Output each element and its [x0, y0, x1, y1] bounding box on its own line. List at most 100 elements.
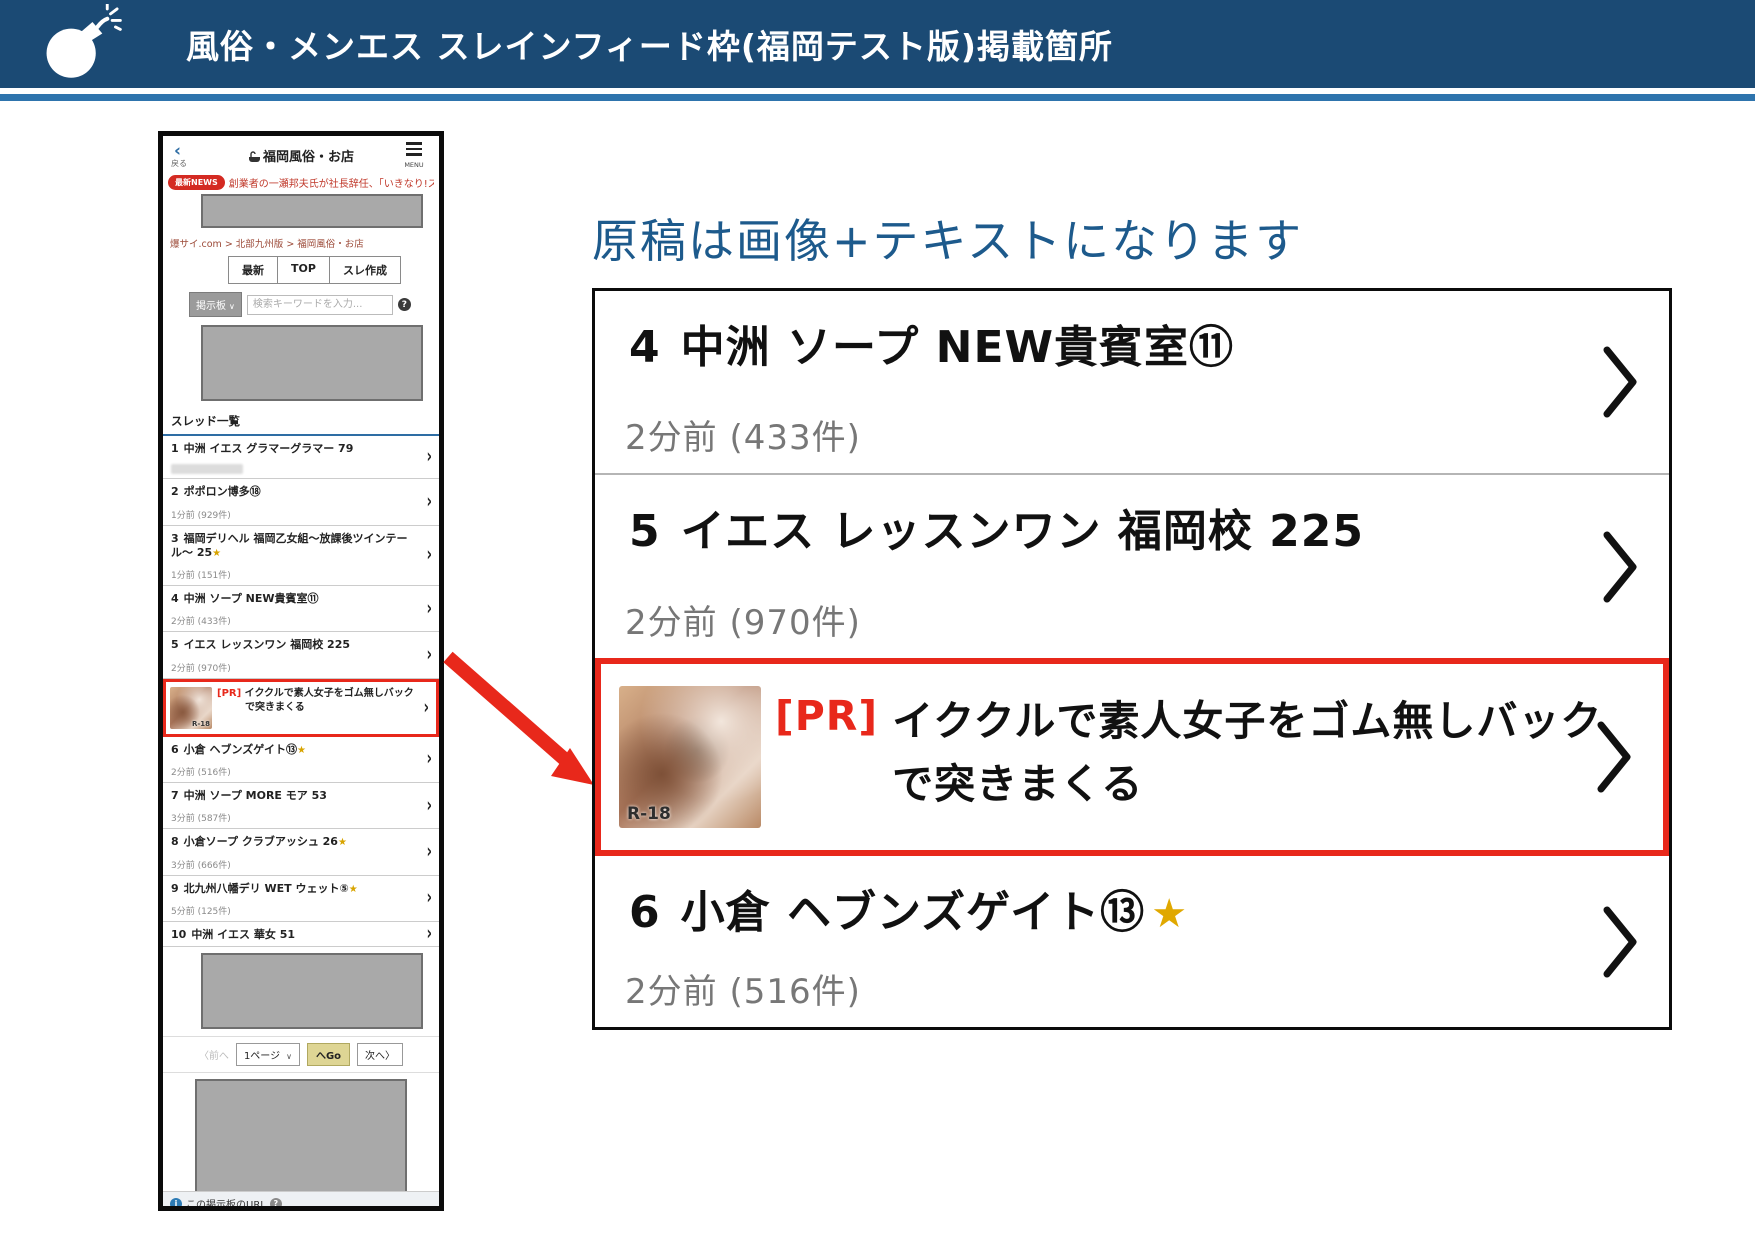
next-page-button[interactable]: 次へ〉	[357, 1043, 403, 1066]
slide-title: 風俗・メンエス スレインフィード枠(福岡テスト版)掲載箇所	[186, 0, 1113, 88]
chevron-right-icon: ›	[427, 887, 432, 910]
prev-page-button[interactable]: 〈前へ	[199, 1047, 229, 1062]
feed-meta: 2分前 (433件)	[625, 410, 861, 459]
thread-title: 4中洲 ソープ NEW貴賓室⑪	[171, 592, 417, 606]
board-tabs: 最新 TOP スレ作成	[191, 254, 439, 290]
feed-title: 5イエス レッスンワン 福岡校 225	[629, 495, 1574, 559]
slide-header-bar: 風俗・メンエス スレインフィード枠(福岡テスト版)掲載箇所	[0, 0, 1755, 88]
chevron-right-icon	[1601, 904, 1641, 980]
thread-meta: 2分前 (970件)	[171, 661, 417, 674]
board-category-dropdown[interactable]: 掲示板∨	[189, 292, 242, 317]
chevron-down-icon: ∨	[286, 1052, 292, 1061]
thread-row[interactable]: 10中洲 イエス 華女 51 ›	[163, 922, 439, 947]
phone-page-title: 福岡風俗・お店	[205, 146, 397, 165]
breadcrumb[interactable]: 爆サイ.com > 北部九州版 > 福岡風俗・お店	[163, 233, 439, 254]
hamburger-icon	[406, 142, 422, 159]
r18-tag: R-18	[627, 804, 671, 824]
pr-label: [PR]	[775, 692, 878, 740]
thread-meta: 3分前 (587件)	[171, 811, 417, 824]
star-icon: ★	[349, 884, 358, 895]
info-icon: i	[170, 1198, 182, 1210]
search-input[interactable]	[247, 295, 393, 315]
chevron-right-icon: ›	[427, 923, 432, 946]
phone-screenshot: ‹ 戻る 福岡風俗・お店 MENU 最新NEWS 創業者の一瀬邦夫氏が社長辞任、…	[158, 131, 444, 1211]
phone-nav-bar: ‹ 戻る 福岡風俗・お店 MENU	[163, 136, 439, 172]
ad-placeholder	[201, 953, 423, 1029]
chevron-right-icon: ›	[427, 491, 432, 514]
tab-latest[interactable]: 最新	[228, 256, 278, 284]
thread-list: 1中洲 イエス グラマーグラマー 79 › 2ポポロン博多⑱ › 1分前 (92…	[163, 436, 439, 947]
news-ticker[interactable]: 最新NEWS 創業者の一瀬邦夫氏が社長辞任、「いきなり!ステー…	[163, 172, 439, 192]
accent-bar	[0, 94, 1755, 101]
menu-button[interactable]: MENU	[397, 142, 431, 168]
thread-number: 6	[171, 743, 179, 756]
thread-title: 5イエス レッスンワン 福岡校 225	[171, 638, 417, 652]
ad-placeholder	[201, 194, 423, 228]
feed-panel: 4中洲 ソープ NEW貴賓室⑪ 2分前 (433件) 5イエス レッスンワン 福…	[592, 288, 1672, 1030]
thread-number: 9	[171, 882, 179, 895]
tab-thread-create[interactable]: スレ作成	[329, 256, 401, 284]
pr-thumbnail: R-18	[170, 687, 212, 729]
thread-row[interactable]: 8小倉ソープ クラブアッシュ 26★ › 3分前 (666件)	[163, 829, 439, 875]
pr-title: イククルで素人女子をゴム無しバック で突きまくる	[892, 690, 1602, 817]
thread-row[interactable]: 1中洲 イエス グラマーグラマー 79 ›	[163, 436, 439, 479]
thread-row[interactable]: 9北九州八幡デリ WET ウェット⑤★ › 5分前 (125件)	[163, 876, 439, 922]
thread-meta: 5分前 (125件)	[171, 904, 417, 917]
thread-row[interactable]: 4中洲 ソープ NEW貴賓室⑪ › 2分前 (433件)	[163, 586, 439, 632]
thread-title: 2ポポロン博多⑱	[171, 485, 417, 499]
thread-row[interactable]: 5イエス レッスンワン 福岡校 225 › 2分前 (970件)	[163, 632, 439, 678]
thread-number: 7	[171, 789, 179, 802]
thread-row[interactable]: 2ポポロン博多⑱ › 1分前 (929件)	[163, 479, 439, 525]
feed-number: 4	[629, 322, 661, 373]
thread-number: 5	[171, 638, 179, 651]
pr-feed-row[interactable]: R-18 [PR] イククルで素人女子をゴム無しバック で突きまくる	[595, 658, 1669, 856]
thread-number: 8	[171, 835, 179, 848]
thread-title: 10中洲 イエス 華女 51	[171, 928, 417, 942]
news-link[interactable]: 創業者の一瀬邦夫氏が社長辞任、「いきなり!ステー…	[229, 175, 434, 190]
bath-icon	[248, 151, 261, 163]
feed-row[interactable]: 6小倉 ヘブンズゲイト⑬★ 2分前 (516件)	[595, 856, 1669, 1027]
thread-meta: 2分前 (516件)	[171, 765, 417, 778]
back-chevron-icon: ‹	[174, 143, 205, 160]
chevron-down-icon: ∨	[229, 302, 235, 311]
page-select[interactable]: 1ページ∨	[236, 1043, 300, 1066]
star-icon: ★	[212, 548, 221, 559]
thread-meta: 3分前 (666件)	[171, 858, 417, 871]
star-icon: ★	[1151, 891, 1188, 937]
ad-placeholder	[201, 325, 423, 401]
thread-number: 4	[171, 592, 179, 605]
bomb-logo-icon	[40, 4, 122, 86]
thread-title: 6小倉 ヘブンズゲイト⑬★	[171, 743, 417, 757]
r18-tag: R-18	[192, 720, 210, 728]
slide: 風俗・メンエス スレインフィード枠(福岡テスト版)掲載箇所 ‹ 戻る 福岡風俗・…	[0, 0, 1755, 1240]
thread-row[interactable]: 7中洲 ソープ MORE モア 53 › 3分前 (587件)	[163, 783, 439, 829]
thread-row[interactable]: 3福岡デリヘル 福岡乙女組〜放課後ツインテール〜 25★ › 1分前 (151件…	[163, 526, 439, 587]
thread-title: 1中洲 イエス グラマーグラマー 79	[171, 442, 417, 456]
feed-meta: 2分前 (970件)	[625, 595, 861, 644]
news-badge: 最新NEWS	[168, 175, 225, 190]
thread-row[interactable]: 6小倉 ヘブンズゲイト⑬★ › 2分前 (516件)	[163, 737, 439, 783]
help-icon[interactable]: ?	[398, 298, 411, 311]
chevron-right-icon: ›	[427, 644, 432, 667]
thread-number: 3	[171, 532, 179, 545]
chevron-right-icon: ›	[427, 841, 432, 864]
thread-meta: 2分前 (433件)	[171, 614, 417, 627]
star-icon: ★	[338, 837, 347, 848]
feed-row[interactable]: 4中洲 ソープ NEW貴賓室⑪ 2分前 (433件)	[595, 291, 1669, 475]
thread-meta: 1分前 (929件)	[171, 508, 417, 521]
thread-number: 1	[171, 442, 179, 455]
pr-thumbnail: R-18	[619, 686, 761, 828]
pr-thread-row[interactable]: R-18 [PR] イククルで素人女子をゴム無しバックで突きまくる ›	[163, 679, 439, 737]
red-arrow-annotation-icon	[438, 645, 608, 800]
thread-title: 9北九州八幡デリ WET ウェット⑤★	[171, 882, 417, 896]
tab-top[interactable]: TOP	[277, 256, 330, 284]
thread-title: 3福岡デリヘル 福岡乙女組〜放課後ツインテール〜 25★	[171, 532, 417, 561]
go-button[interactable]: へGo	[307, 1043, 350, 1066]
feed-row[interactable]: 5イエス レッスンワン 福岡校 225 2分前 (970件)	[595, 475, 1669, 657]
back-button[interactable]: ‹ 戻る	[171, 143, 205, 168]
pr-title: [PR] イククルで素人女子をゴム無しバックで突きまくる	[217, 687, 418, 716]
section-header: スレッド一覧	[163, 407, 439, 436]
feed-number: 6	[629, 887, 661, 938]
thread-number: 2	[171, 485, 179, 498]
thread-title: 7中洲 ソープ MORE モア 53	[171, 789, 417, 803]
